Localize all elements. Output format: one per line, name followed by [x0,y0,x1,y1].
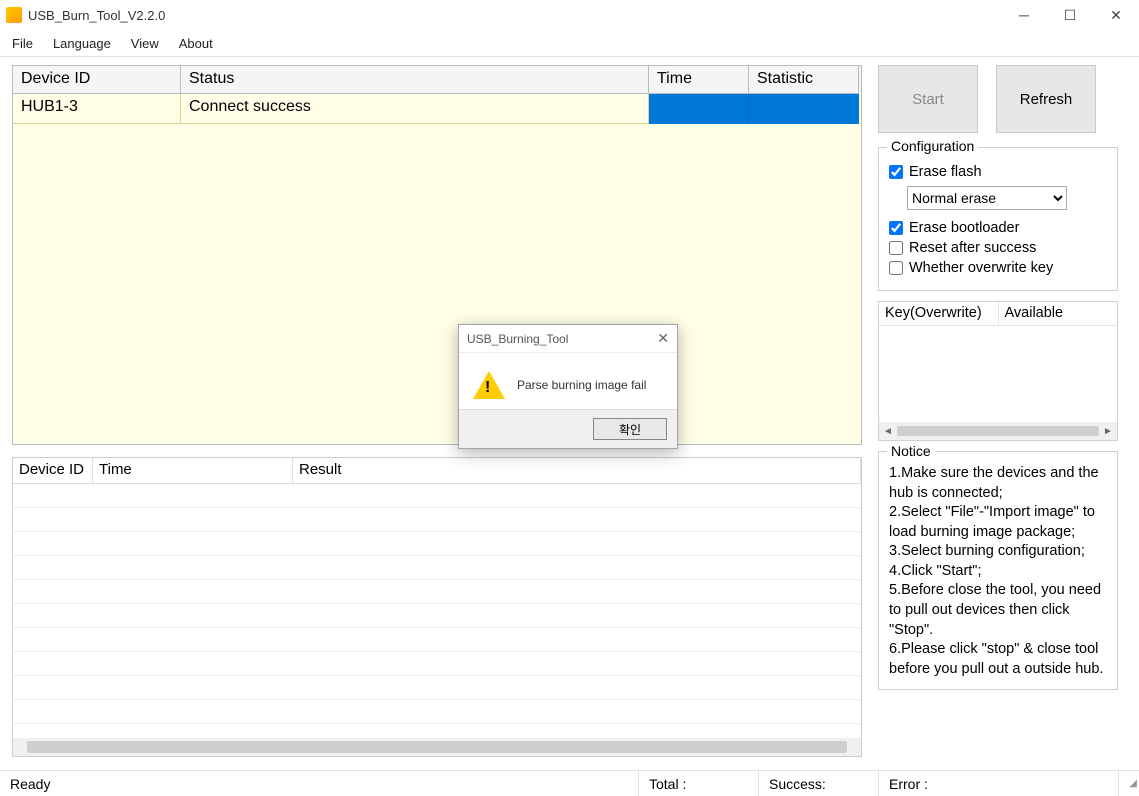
cell-statistic [749,94,859,124]
notice-text: 1.Make sure the devices and the hub is c… [889,464,1107,679]
refresh-button[interactable]: Refresh [996,65,1096,133]
status-success: Success: [759,771,879,796]
notice-title: Notice [887,442,935,461]
cell-time [649,94,749,124]
start-button[interactable]: Start [878,65,978,133]
result-rows-empty [13,484,861,738]
col-status[interactable]: Status [181,66,649,94]
erase-bootloader-checkbox[interactable]: Erase bootloader [889,220,1107,236]
dialog-message: Parse burning image fail [517,378,646,392]
menu-file[interactable]: File [4,34,41,53]
reset-after-checkbox[interactable]: Reset after success [889,240,1107,256]
notice-line: 6.Please click "stop" & close tool befor… [889,640,1107,679]
device-grid: Device ID Status Time Statistic HUB1-3 C… [12,65,862,445]
erase-flash-checkbox[interactable]: Erase flash [889,164,1107,180]
resize-grip-icon[interactable]: ◢ [1119,778,1139,789]
key-grid-scrollbar[interactable]: ◄ ► [879,422,1117,440]
configuration-group: Configuration Erase flash Normal erase E… [878,147,1118,291]
error-dialog: USB_Burning_Tool ✕ Parse burning image f… [458,324,678,449]
status-total: Total : [639,771,759,796]
notice-group: Notice 1.Make sure the devices and the h… [878,451,1118,690]
notice-line: 5.Before close the tool, you need to pul… [889,581,1107,640]
menu-language[interactable]: Language [45,34,119,53]
col2-time[interactable]: Time [93,458,293,483]
erase-mode-select[interactable]: Normal erase [907,186,1067,210]
result-grid: Device ID Time Result [12,457,862,757]
notice-line: 4.Click "Start"; [889,562,1107,582]
col2-result[interactable]: Result [293,458,861,483]
col2-device-id[interactable]: Device ID [13,458,93,483]
col-device-id[interactable]: Device ID [13,66,181,94]
dialog-ok-button[interactable]: 확인 [593,418,667,440]
menu-about[interactable]: About [171,34,221,53]
cell-status: Connect success [181,94,649,124]
notice-line: 1.Make sure the devices and the hub is c… [889,464,1107,503]
titlebar: USB_Burn_Tool_V2.2.0 ─ ☐ ✕ [0,0,1139,30]
minimize-icon[interactable]: ─ [1001,0,1047,30]
result-grid-scrollbar[interactable] [13,738,861,756]
col-statistic[interactable]: Statistic [749,66,859,94]
dialog-title: USB_Burning_Tool [467,332,568,346]
configuration-title: Configuration [887,138,978,154]
warning-icon [473,371,505,399]
window-title: USB_Burn_Tool_V2.2.0 [28,8,165,23]
notice-line: 3.Select burning configuration; [889,542,1107,562]
col-time[interactable]: Time [649,66,749,94]
status-ready: Ready [0,771,639,796]
close-icon[interactable]: ✕ [1093,0,1139,30]
app-icon [6,7,22,23]
key-grid: Key(Overwrite) Available ◄ ► [878,301,1118,441]
scroll-right-icon[interactable]: ► [1101,426,1115,437]
menu-view[interactable]: View [123,34,167,53]
device-grid-header: Device ID Status Time Statistic [13,66,861,94]
dialog-close-icon[interactable]: ✕ [657,330,669,347]
status-error: Error : [879,771,1119,796]
cell-device-id: HUB1-3 [13,94,181,124]
key-col-overwrite[interactable]: Key(Overwrite) [879,302,999,325]
scroll-left-icon[interactable]: ◄ [881,426,895,437]
key-col-available[interactable]: Available [999,302,1118,325]
notice-line: 2.Select "File"-"Import image" to load b… [889,503,1107,542]
statusbar: Ready Total : Success: Error : ◢ [0,770,1139,796]
device-row[interactable]: HUB1-3 Connect success [13,94,861,124]
overwrite-key-checkbox[interactable]: Whether overwrite key [889,260,1107,276]
menubar: File Language View About [0,30,1139,56]
maximize-icon[interactable]: ☐ [1047,0,1093,30]
